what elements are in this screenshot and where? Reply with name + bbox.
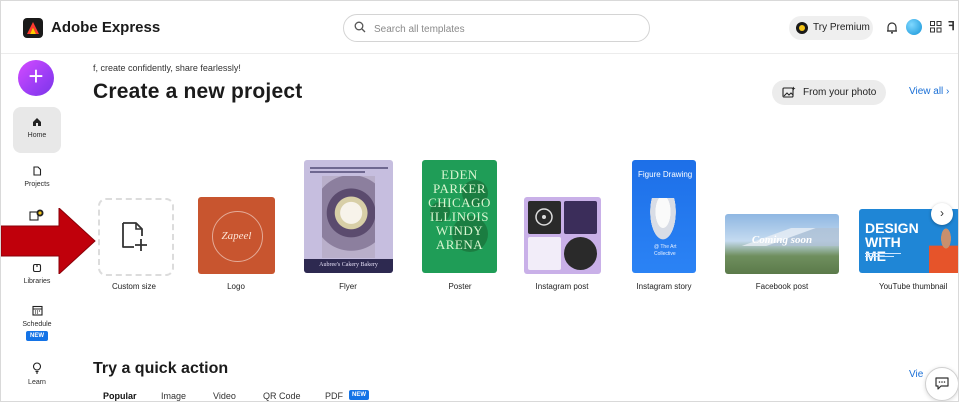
- flyer-thumb-text: Aubree's Cakery Bakery: [319, 262, 378, 268]
- notifications-bell-icon[interactable]: [886, 21, 898, 34]
- photo-sparkle-icon: [782, 86, 796, 98]
- page-title: Create a new project: [93, 80, 303, 103]
- annotation-arrow-icon: [1, 208, 96, 274]
- instagram-post-card[interactable]: [524, 197, 601, 274]
- search-input[interactable]: [372, 19, 636, 39]
- tab-pdf[interactable]: PDF: [325, 391, 343, 401]
- instagram-story-card[interactable]: Figure Drawing @ The Art Collective: [632, 160, 696, 273]
- poster-card[interactable]: EDEN PARKER CHICAGO ILLINOIS WINDY ARENA: [422, 160, 497, 273]
- sidebar-item-label: Libraries: [23, 278, 51, 285]
- sidebar-item-label: Projects: [24, 181, 50, 188]
- vinyl-record-icon: [535, 208, 553, 226]
- search-bar[interactable]: [343, 14, 650, 42]
- adobe-express-logo-icon[interactable]: [23, 18, 43, 38]
- quick-action-heading: Try a quick action: [93, 360, 229, 377]
- card-label-custom-size: Custom size: [111, 282, 156, 291]
- view-all-quick-link[interactable]: Vie: [909, 369, 923, 380]
- chat-help-button[interactable]: [925, 367, 958, 401]
- from-your-photo-button[interactable]: From your photo: [772, 80, 886, 105]
- tab-popular[interactable]: Popular: [103, 391, 137, 401]
- sidebar-item-home[interactable]: Home: [13, 107, 61, 153]
- carousel-next-button[interactable]: ›: [931, 203, 953, 225]
- poster-thumb-text: EDEN PARKER CHICAGO ILLINOIS WINDY ARENA: [428, 167, 491, 252]
- projects-icon: [33, 166, 42, 176]
- card-label-logo: Logo: [227, 282, 245, 291]
- app-window: Adobe Express Try Premium ꟻ + Home Proje…: [0, 0, 959, 402]
- card-label-poster: Poster: [448, 282, 472, 291]
- top-bar: Adobe Express Try Premium ꟻ: [1, 1, 958, 54]
- new-badge: NEW: [26, 331, 48, 341]
- sidebar-item-learn[interactable]: Learn: [13, 362, 61, 386]
- create-new-button[interactable]: +: [18, 60, 54, 96]
- sidebar-item-schedule[interactable]: Schedule NEW: [13, 305, 61, 341]
- card-label-youtube-thumbnail: YouTube thumbnail: [879, 282, 948, 291]
- apps-grid-icon[interactable]: [930, 21, 942, 33]
- sidebar-item-label: Schedule: [22, 321, 52, 328]
- custom-size-icon: [122, 222, 147, 251]
- lightbulb-icon: [32, 362, 42, 374]
- custom-size-card[interactable]: [98, 198, 174, 276]
- card-label-flyer: Flyer: [339, 282, 357, 291]
- view-all-link[interactable]: View all ›: [909, 86, 949, 97]
- fb-thumb-text: Coming soon: [751, 234, 813, 246]
- card-label-facebook-post: Facebook post: [755, 282, 809, 291]
- tab-image[interactable]: Image: [161, 391, 186, 401]
- insta-tile: [564, 237, 597, 270]
- facebook-post-card[interactable]: Coming soon: [725, 214, 839, 274]
- flyer-cake-image: [322, 176, 375, 258]
- premium-crown-icon: [796, 22, 808, 34]
- try-premium-button[interactable]: Try Premium: [789, 16, 873, 40]
- tab-video[interactable]: Video: [213, 391, 236, 401]
- search-icon: [354, 21, 366, 33]
- chat-bubble-icon: [935, 377, 949, 390]
- flyer-card[interactable]: Aubree's Cakery Bakery: [304, 160, 393, 273]
- brand-switcher-icon[interactable]: ꟻ: [948, 19, 955, 33]
- calendar-icon: [31, 305, 43, 316]
- flyer-band: Aubree's Cakery Bakery: [304, 259, 393, 273]
- yt-person-image: [929, 227, 958, 273]
- story-thumb-title: Figure Drawing: [638, 170, 693, 179]
- insta-tile: [528, 237, 561, 270]
- user-avatar[interactable]: [906, 19, 922, 35]
- app-title[interactable]: Adobe Express: [51, 19, 160, 36]
- pdf-new-badge: NEW: [349, 390, 369, 400]
- logo-thumb-text: Zapeel: [221, 230, 252, 242]
- story-bust-image: [648, 198, 678, 244]
- story-thumb-foot: @ The Art Collective: [654, 244, 677, 257]
- try-premium-label: Try Premium: [813, 22, 870, 33]
- from-your-photo-label: From your photo: [803, 87, 877, 98]
- card-label-instagram-story: Instagram story: [636, 282, 692, 291]
- sidebar-item-label: Learn: [28, 379, 46, 386]
- logo-card[interactable]: Zapeel: [198, 197, 275, 274]
- tab-qr-code[interactable]: QR Code: [263, 391, 301, 401]
- sidebar-item-projects[interactable]: Projects: [13, 166, 61, 188]
- tagline: f, create confidently, share fearlessly!: [93, 63, 241, 73]
- yt-small-lines: [865, 251, 901, 259]
- insta-tile: [564, 201, 597, 234]
- sidebar-item-label: Home: [27, 132, 47, 139]
- home-icon: [33, 118, 41, 126]
- card-label-instagram-post: Instagram post: [535, 282, 589, 291]
